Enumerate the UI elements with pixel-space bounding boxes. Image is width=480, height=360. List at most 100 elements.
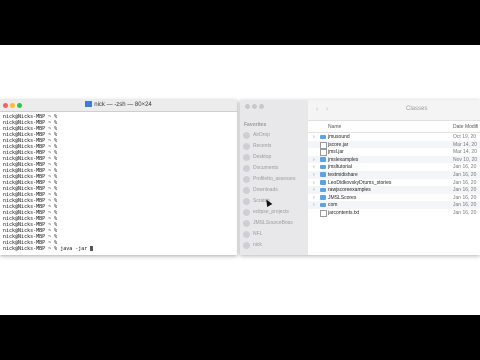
terminal-titlebar[interactable]: nick — -zsh — 80×24 [0,100,237,112]
file-name: jmusound [328,134,350,140]
sidebar-item[interactable]: nick [243,240,305,250]
location-icon [243,164,250,172]
forward-icon[interactable]: › [326,106,328,113]
sidebar-item[interactable]: Desktop [243,152,305,162]
file-list: › jmusound Oct 19, 20 jscore.jar Mar 14, 20 j… [308,133,480,217]
sidebar-item[interactable]: Downloads [243,185,305,195]
sidebar-item-label: nick [253,242,262,248]
disclosure-chevron-icon[interactable]: › [313,180,315,186]
folder-icon [320,195,326,200]
location-icon [243,197,250,205]
file-row[interactable]: › JMSLScores Jan 16, 20 [308,194,480,202]
location-icon [243,186,250,194]
folder-icon [320,164,326,170]
terminal-window[interactable]: nick — -zsh — 80×24 nick@Nicks-MBP ~ % ni… [0,100,237,255]
letterbox-bottom [0,315,480,360]
file-row[interactable]: › jmsltutorial Jan 16, 20 [308,163,480,171]
sidebar-item[interactable]: Profiletto_assesors [243,174,305,184]
terminal-output[interactable]: nick@Nicks-MBP ~ % nick@Nicks-MBP ~ % nick… [0,112,237,254]
location-icon [243,219,250,227]
file-date: Mar 14, 20 [453,149,477,156]
disclosure-chevron-icon[interactable]: › [313,164,315,170]
file-row[interactable]: › rawjscoreexamples Jan 16, 20 [308,186,480,194]
disclosure-chevron-icon[interactable]: › [313,195,315,201]
text-cursor [90,246,94,251]
file-row[interactable]: › testmidishare Jan 16, 20 [308,170,480,179]
sidebar-item-label: Documents [253,165,279,171]
file-date: Nov 10, 20 [453,156,478,163]
folder-icon [320,202,326,208]
finder-toolbar: ‹ › Classes [308,100,480,121]
sidebar-item-label: Profiletto_assesors [253,176,296,182]
sidebar-item-label: AirDrop [253,132,270,138]
file-name: JMSLScores [328,194,357,201]
sidebar-item-label: eclipse_projects [253,209,289,215]
file-name: jarcontents.txt [328,209,360,216]
sidebar-item-label: NFL [253,231,263,237]
location-icon [243,131,250,139]
file-row[interactable]: jmsl.jar Mar 14, 20 [308,148,480,157]
file-name: jscore.jar [328,141,349,148]
window-title: Classes [406,106,428,112]
location-icon [243,208,250,216]
terminal-title: nick — -zsh — 80×24 [0,101,237,108]
letterbox-top [0,0,480,45]
terminal-current-line[interactable]: nick@Nicks-MBP ~ % java -jar [3,246,234,252]
file-name: jmslexamples [328,156,359,163]
sidebar-item-label: Recents [253,143,272,149]
file-date: Mar 14, 20 [453,141,477,148]
folder-icon [320,134,326,139]
folder-icon [320,172,326,177]
location-icon [243,175,250,183]
file-name: jmsltutorial [328,164,352,171]
sidebar-item-label: Desktop [253,154,272,160]
finder-window[interactable]: Favorites AirDrop Recents Desktop Documents… [240,100,480,255]
column-header-name[interactable]: Name [328,124,341,130]
close-button[interactable] [245,104,250,109]
file-date: Oct 19, 20 [453,134,477,140]
location-icon [243,153,250,161]
zoom-button[interactable] [259,104,264,109]
sidebar-item[interactable]: JMSLSourceBoss [243,218,305,228]
disclosure-chevron-icon[interactable]: › [313,187,315,193]
sidebar-section-title: Favorites [244,122,267,128]
file-row[interactable]: › jmslexamples Nov 10, 20 [308,155,480,164]
disclosure-chevron-icon[interactable]: › [313,134,315,140]
folder-icon [320,157,326,162]
file-date: Jan 16, 20 [453,209,477,216]
file-name: jmsl.jar [328,149,344,156]
location-icon [243,142,250,150]
terminal-command-text: nick@Nicks-MBP ~ % java -jar [3,246,91,252]
file-name: com [328,202,338,209]
folder-icon [320,180,326,185]
file-row[interactable]: jscore.jar Mar 14, 20 [308,140,480,149]
file-name: rawjscoreexamples [328,187,371,194]
sidebar-item[interactable]: eclipse_projects [243,207,305,217]
minimize-button[interactable] [252,104,257,109]
file-row[interactable]: › jmusound Oct 19, 20 [308,133,480,141]
sidebar-item[interactable]: AirDrop [243,130,305,140]
file-row[interactable]: › LeoDidkovskyDrums_stories Jan 16, 20 [308,179,480,187]
file-date: Jan 16, 20 [453,187,477,194]
file-date: Jan 16, 20 [453,171,477,178]
sidebar-item[interactable]: Documents [243,163,305,173]
file-row[interactable]: › com Jan 16, 20 [308,201,480,209]
finder-sidebar: Favorites AirDrop Recents Desktop Documents… [240,100,308,255]
file-date: Jan 16, 20 [453,194,477,201]
sidebar-item[interactable]: Recents [243,141,305,151]
sidebar-item-label: Downloads [253,187,278,193]
column-header-date[interactable]: Date Modifi [453,124,478,130]
folder-icon [85,101,93,107]
disclosure-chevron-icon[interactable]: › [313,202,315,208]
disclosure-chevron-icon[interactable]: › [313,172,315,178]
file-name: testmidishare [328,171,358,178]
sidebar-item-label: JMSLSourceBoss [253,220,293,226]
back-icon[interactable]: ‹ [316,106,318,113]
sidebar-item[interactable]: NFL [243,229,305,239]
location-icon [243,241,250,249]
file-icon [320,209,327,217]
sidebar-item[interactable]: Scratch [243,196,305,206]
file-row[interactable]: jarcontents.txt Jan 16, 20 [308,209,480,217]
terminal-title-text: nick — -zsh — 80×24 [94,102,152,108]
disclosure-chevron-icon[interactable]: › [313,157,315,163]
